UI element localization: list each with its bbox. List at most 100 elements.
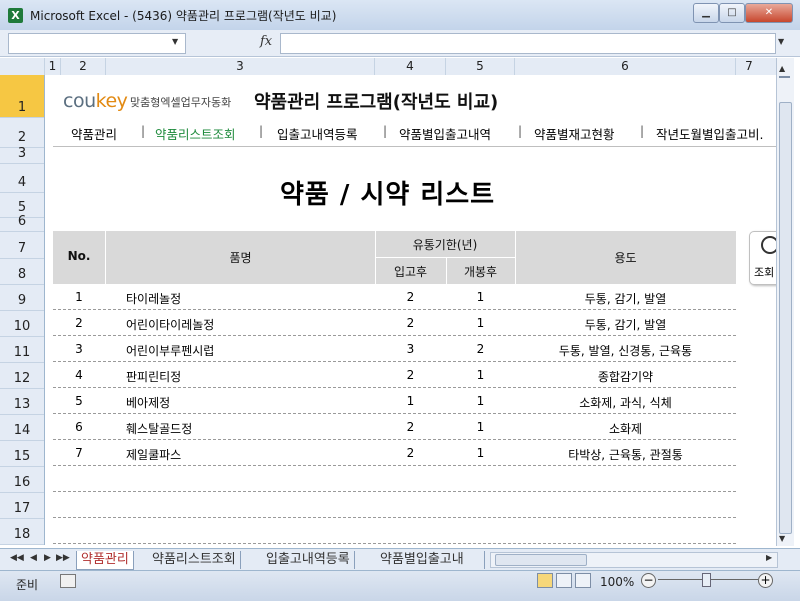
name-box[interactable] [8,33,186,54]
nav-separator: | [141,124,146,138]
row-name: 제일쿨파스 [126,448,182,462]
sheet-tab-inout-history[interactable]: 약품별입출고내 [376,551,485,569]
expand-formula-bar-icon[interactable]: ▼ [778,37,784,46]
first-sheet-icon[interactable]: ◀◀ [10,553,24,563]
column-header-4[interactable]: 4 [375,58,446,75]
formula-input[interactable] [280,33,776,54]
coukey-logo: coukey [63,90,128,112]
row-header-16[interactable]: 16 [0,467,44,493]
row-usage: 타박상, 근육통, 관절통 [568,448,683,462]
nav-separator: | [518,124,523,138]
prev-sheet-icon[interactable]: ◀ [30,553,37,563]
row-no: 1 [75,290,83,304]
row-header-18[interactable]: 18 [0,519,44,545]
col-usage-header: 용도 [614,251,637,265]
vertical-scroll-thumb[interactable] [779,102,792,534]
column-header-3[interactable]: 3 [106,58,375,75]
row-after-receipt: 3 [406,342,415,356]
row-header-10[interactable]: 10 [0,311,44,337]
normal-view-icon[interactable] [537,573,553,588]
col-expiry-header: 유통기한(년) [412,238,478,252]
col-after-open-header: 개봉후 [463,265,498,279]
row-header-11[interactable]: 11 [0,337,44,363]
macro-record-icon[interactable] [60,574,76,588]
row-header-1[interactable]: 1 [0,75,44,118]
minimize-button[interactable]: ▁ [693,3,719,23]
row-usage: 소화제, 과식, 식체 [579,396,672,410]
nav-separator: | [383,124,388,138]
column-header-2[interactable]: 2 [61,58,106,75]
row-no: 4 [75,368,83,382]
page-break-view-icon[interactable] [575,573,591,588]
nav-last-year-compare[interactable]: 작년도월별입출고비. [656,124,774,143]
row-header-8[interactable]: 8 [0,259,44,285]
row-no: 5 [75,394,83,408]
row-header-15[interactable]: 15 [0,441,44,467]
sheet-tab-medicine-list[interactable]: 약품리스트조회 [148,551,241,569]
split-handle[interactable] [779,76,790,78]
row-header-6[interactable]: 6 [0,214,44,232]
status-bar [0,570,800,601]
nav-separator: | [640,124,645,138]
scroll-right-icon[interactable]: ▶ [766,553,772,562]
row-name: 어린이부루펜시럽 [126,344,215,358]
search-button-label: 조회 [754,266,775,279]
sheet-tab-medicine-management[interactable]: 약품관리 [76,551,134,570]
row-name: 베아제정 [126,396,171,410]
horizontal-scroll-thumb[interactable] [495,554,587,566]
namebox-dropdown-icon[interactable]: ▼ [172,37,178,46]
row-header-12[interactable]: 12 [0,363,44,389]
scroll-up-icon[interactable]: ▲ [779,64,785,73]
row-header-2[interactable]: 2 [0,118,44,148]
close-button[interactable]: ✕ [745,3,793,23]
row-header-3[interactable]: 3 [0,146,44,164]
row-header-14[interactable]: 14 [0,415,44,441]
column-header-7[interactable]: 7 [736,58,762,75]
row-rule [53,361,736,362]
row-header-4[interactable]: 4 [0,164,44,193]
scroll-down-icon[interactable]: ▼ [779,534,785,543]
row-after-receipt: 2 [406,316,415,330]
next-sheet-icon[interactable]: ▶ [44,553,51,563]
row-usage: 소화제 [608,422,643,436]
last-sheet-icon[interactable]: ▶▶ [56,553,70,563]
nav-medicine-management[interactable]: 약품관리 [71,124,117,143]
column-header-6[interactable]: 6 [515,58,736,75]
page-layout-view-icon[interactable] [556,573,572,588]
row-after-open: 1 [476,394,485,408]
row-header-17[interactable]: 17 [0,493,44,519]
zoom-slider-thumb[interactable] [702,573,711,587]
window-title: Microsoft Excel - (5436) 약품관리 프로그램(작년도 비… [30,9,337,23]
row-name: 판피린티정 [126,370,182,384]
row-rule [53,465,736,466]
row-after-open: 1 [476,316,485,330]
status-text: 준비 [16,578,39,592]
row-header-13[interactable]: 13 [0,389,44,415]
row-rule [53,517,736,518]
insert-function-icon[interactable]: fx [260,34,272,49]
maximize-button[interactable]: □ [719,3,745,23]
row-after-open: 1 [476,420,485,434]
nav-inout-history[interactable]: 약품별입출고내역 [399,124,491,143]
column-header-5[interactable]: 5 [446,58,515,75]
excel-app-icon[interactable]: X [8,8,23,23]
zoom-level[interactable]: 100% [600,575,634,589]
zoom-in-button[interactable]: + [758,573,773,588]
row-after-receipt: 2 [406,290,415,304]
row-header-9[interactable]: 9 [0,285,44,311]
zoom-out-button[interactable]: − [641,573,656,588]
col-no-header: No. [67,249,91,263]
row-rule [53,413,736,414]
column-header-1[interactable]: 1 [45,58,61,75]
row-rule [53,439,736,440]
nav-stock-status[interactable]: 약품별재고현황 [534,124,615,143]
nav-divider [53,146,776,147]
col-after-receipt-header: 입고후 [393,265,428,279]
nav-medicine-list[interactable]: 약품리스트조회 [155,124,236,143]
row-header-7[interactable]: 7 [0,232,44,259]
row-after-open: 2 [476,342,485,356]
select-all-corner[interactable] [0,58,45,75]
nav-inout-register[interactable]: 입출고내역등록 [277,124,358,143]
row-after-open: 1 [476,446,485,460]
sheet-tab-inout-register[interactable]: 입출고내역등록 [262,551,355,569]
